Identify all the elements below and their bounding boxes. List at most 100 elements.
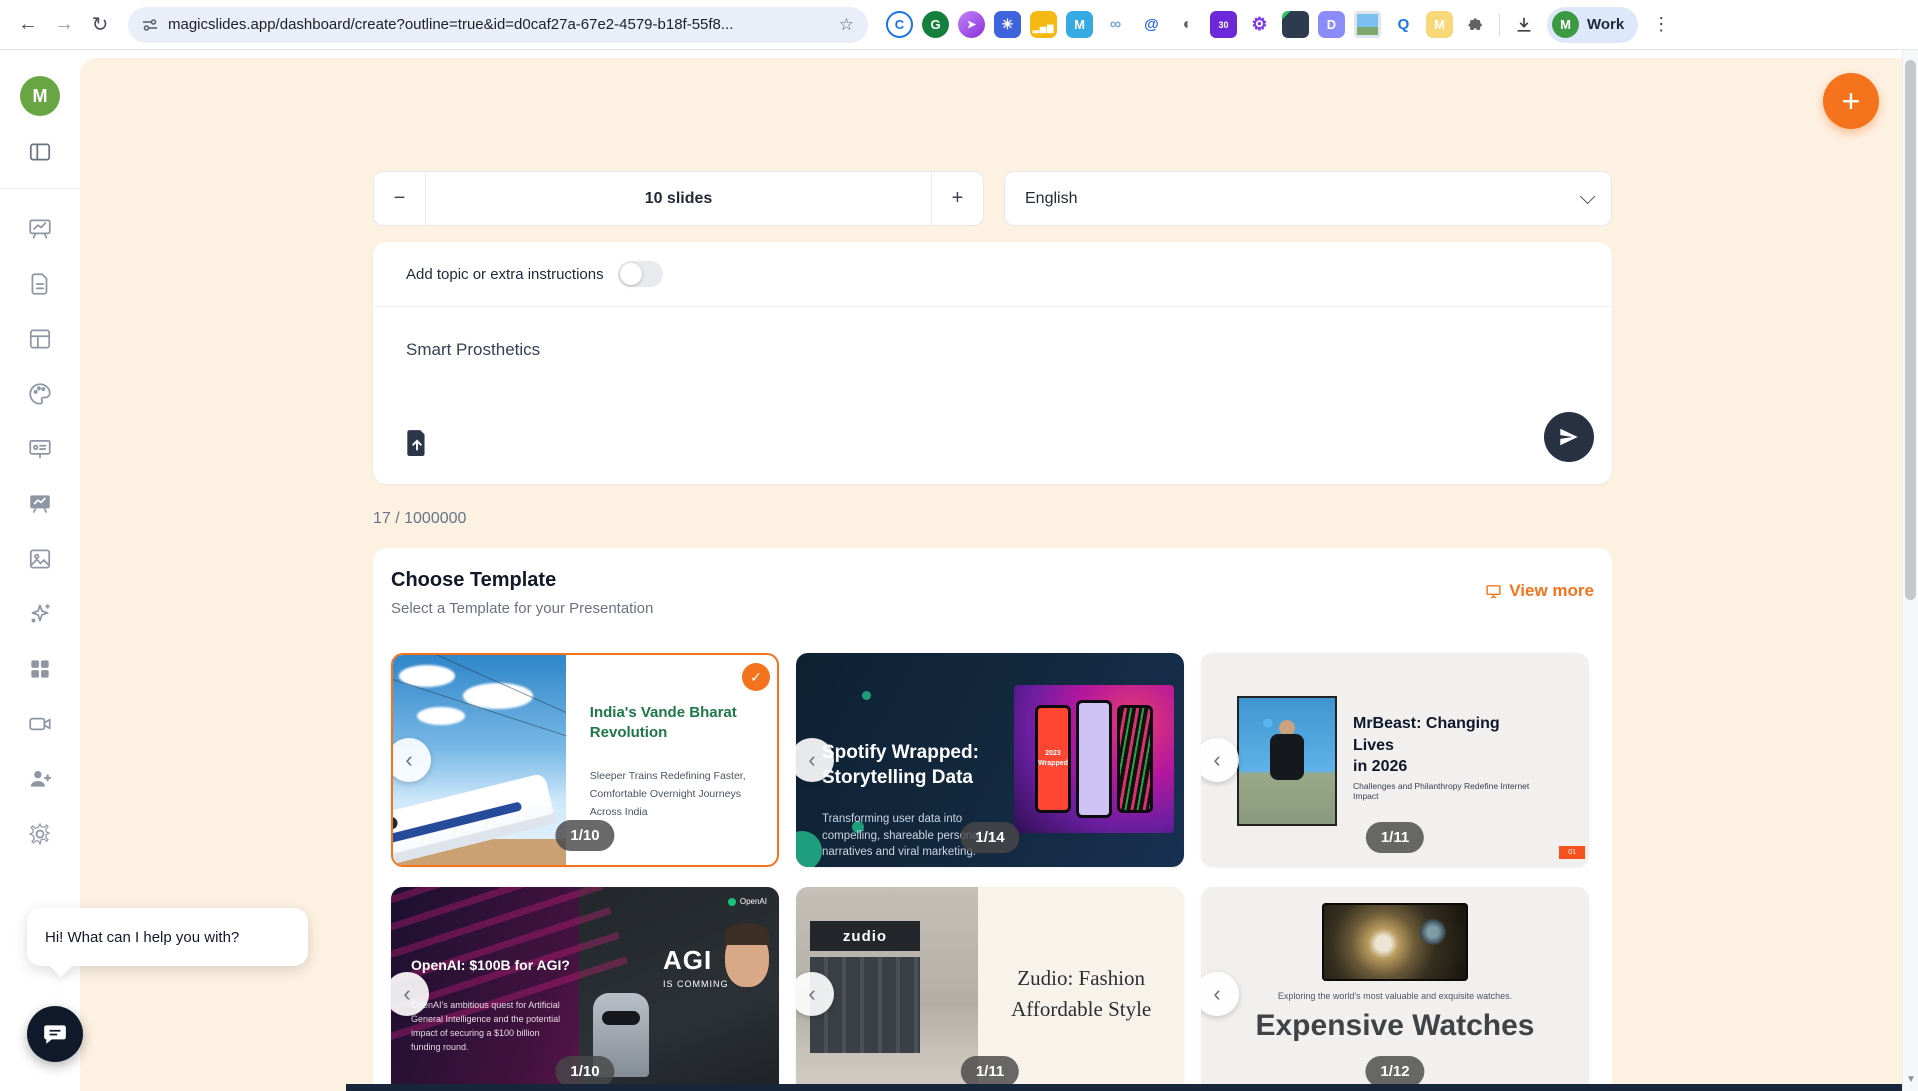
template-subtitle: OpenAI's ambitious quest for Artificial … [411,1000,561,1052]
chart-extension-icon[interactable]: ▂▅▇ [1030,11,1057,38]
template-title-line1: MrBeast: Changing Lives [1353,715,1500,754]
back-button[interactable]: ← [10,7,46,43]
template-subtitle: Challenges and Philanthropy Redefine Int… [1353,781,1530,801]
reload-button[interactable]: ↻ [82,7,118,43]
slide-count-pill: 1/10 [555,820,615,851]
template-title-line2: Affordable Style [1011,997,1152,1021]
browser-menu-icon[interactable]: ⋮ [1646,14,1676,35]
zudio-sign: zudio [810,921,920,951]
toolbar-divider [1499,13,1500,36]
template-section: Choose Template Select a Template for yo… [373,548,1612,1091]
generate-send-button[interactable] [1544,412,1594,462]
template-card-spotify[interactable]: 2023 Wrapped Spotify Wrapped: Storytelli… [796,653,1184,867]
mail-blue-extension-icon[interactable]: M [1066,11,1093,38]
sidebar-toggle-icon[interactable] [26,138,54,166]
swirl-extension-icon[interactable]: ◐ [1174,11,1201,38]
person-add-icon[interactable] [26,765,54,793]
scrollbar-thumb[interactable] [1905,60,1916,600]
template-title-line2: Storytelling Data [822,766,973,788]
slide-count-pill: 1/12 [1365,1056,1425,1087]
increase-slides-button[interactable]: + [931,172,983,225]
template-card-zudio[interactable]: zudio Zudio: Fashion Affordable Style 1/… [796,887,1184,1091]
site-settings-icon[interactable] [142,17,158,33]
slide-count-pill: 1/10 [555,1056,615,1087]
template-card-vande-bharat[interactable]: India's Vande Bharat Revolution Sleeper … [391,653,779,867]
language-select[interactable]: English [1004,171,1612,226]
chat-greeting-bubble[interactable]: Hi! What can I help you with? [27,908,308,966]
copyright-extension-icon[interactable]: C [886,11,913,38]
ai-sparkles-icon[interactable] [26,600,54,628]
sidebar-nav [26,215,54,848]
view-more-label: View more [1509,581,1594,600]
q-search-extension-icon[interactable]: Q [1390,11,1417,38]
forward-button[interactable]: → [46,7,82,43]
layout-template-icon[interactable] [26,325,54,353]
mail-yellow-extension-icon[interactable]: M [1426,11,1453,38]
topic-toggle-label: Add topic or extra instructions [406,265,604,283]
calendar-30-extension-icon[interactable]: 30 [1210,11,1237,38]
template-subtitle: Sleeper Trains Redefining Faster, Comfor… [589,770,746,818]
cursor-extension-icon[interactable]: ➤ [958,11,985,38]
slideshow-list-icon[interactable] [26,435,54,463]
topic-input[interactable]: Smart Prosthetics [406,340,540,360]
presentation-chart-icon[interactable] [26,215,54,243]
sidebar-divider [0,188,80,189]
d-letter-extension-icon[interactable]: D [1318,11,1345,38]
create-form: − 10 slides + English Add topic or extra… [373,171,1612,1091]
create-new-button[interactable]: + [1823,73,1879,129]
document-icon[interactable] [26,270,54,298]
carousel-prev-button[interactable]: ‹ [1201,738,1239,782]
slide-count-pill: 1/14 [960,822,1020,853]
bookmark-star-icon[interactable]: ☆ [839,15,854,35]
snowflake-extension-icon[interactable]: ✳ [994,11,1021,38]
gear-extension-icon[interactable]: ⚙ [1246,11,1273,38]
chat-widget-button[interactable] [27,1006,83,1062]
video-camera-icon[interactable] [26,710,54,738]
download-icon[interactable] [1510,11,1537,38]
photo-extension-icon[interactable] [1354,11,1381,38]
topic-card: Add topic or extra instructions Smart Pr… [373,242,1612,484]
template-title-line1: Zudio: Fashion [1017,965,1146,990]
link-extension-icon[interactable]: ∞ [1102,11,1129,38]
template-title-line2: in 2026 [1353,758,1408,776]
browser-toolbar: ← → ↻ magicslides.app/dashboard/create?o… [0,0,1918,50]
agi-overlay-text: AGI [663,945,713,975]
image-icon[interactable] [26,545,54,573]
folder-extension-icon[interactable] [1282,11,1309,38]
at-spiral-extension-icon[interactable]: @ [1138,11,1165,38]
scrollbar-down-arrow[interactable]: ▼ [1906,1074,1916,1085]
settings-gear-icon[interactable] [26,820,54,848]
slide-count-pill: 1/11 [960,1056,1020,1087]
address-bar[interactable]: magicslides.app/dashboard/create?outline… [128,6,868,43]
palette-icon[interactable] [26,380,54,408]
decrease-slides-button[interactable]: − [374,172,426,225]
selected-check-icon: ✓ [742,663,770,691]
chevron-down-icon [1579,188,1596,205]
phone-middle [1076,700,1112,818]
template-card-watches[interactable]: Exploring the world's most valuable and … [1201,887,1589,1091]
extensions-puzzle-icon[interactable] [1462,11,1489,38]
upload-file-icon[interactable] [404,428,430,461]
apps-grid-icon[interactable] [26,655,54,683]
view-more-button[interactable]: View more [1485,581,1594,601]
url-text[interactable]: magicslides.app/dashboard/create?outline… [168,16,829,33]
template-card-mrbeast[interactable]: MrBeast: Changing Lives in 2026 Challeng… [1201,653,1589,867]
is-comming-overlay-text: IS COMMING [663,979,729,989]
spotify-phones-image: 2023 Wrapped [1014,685,1174,833]
corner-badge: 01 [1559,846,1585,859]
user-avatar[interactable]: M [20,76,60,116]
profile-avatar: M [1552,11,1579,38]
template-title: Expensive Watches [1255,1009,1535,1042]
presentation-chart-filled-icon[interactable] [26,490,54,518]
template-section-subtitle: Select a Template for your Presentation [391,600,654,617]
grammarly-extension-icon[interactable]: G [922,11,949,38]
language-value: English [1025,189,1078,207]
bottom-dark-strip [346,1084,1902,1091]
template-title: OpenAI: $100B for AGI? [411,957,570,973]
page-scrollbar[interactable]: ▼ [1902,50,1918,1091]
main-content: + − 10 slides + English Add topic or ext… [80,58,1918,1091]
template-card-openai[interactable]: OpenAI AGI IS COMMING OpenAI: $100B for … [391,887,779,1091]
browser-profile-chip[interactable]: M Work [1547,6,1639,43]
watch-image [1322,903,1468,981]
topic-toggle[interactable] [617,261,663,287]
